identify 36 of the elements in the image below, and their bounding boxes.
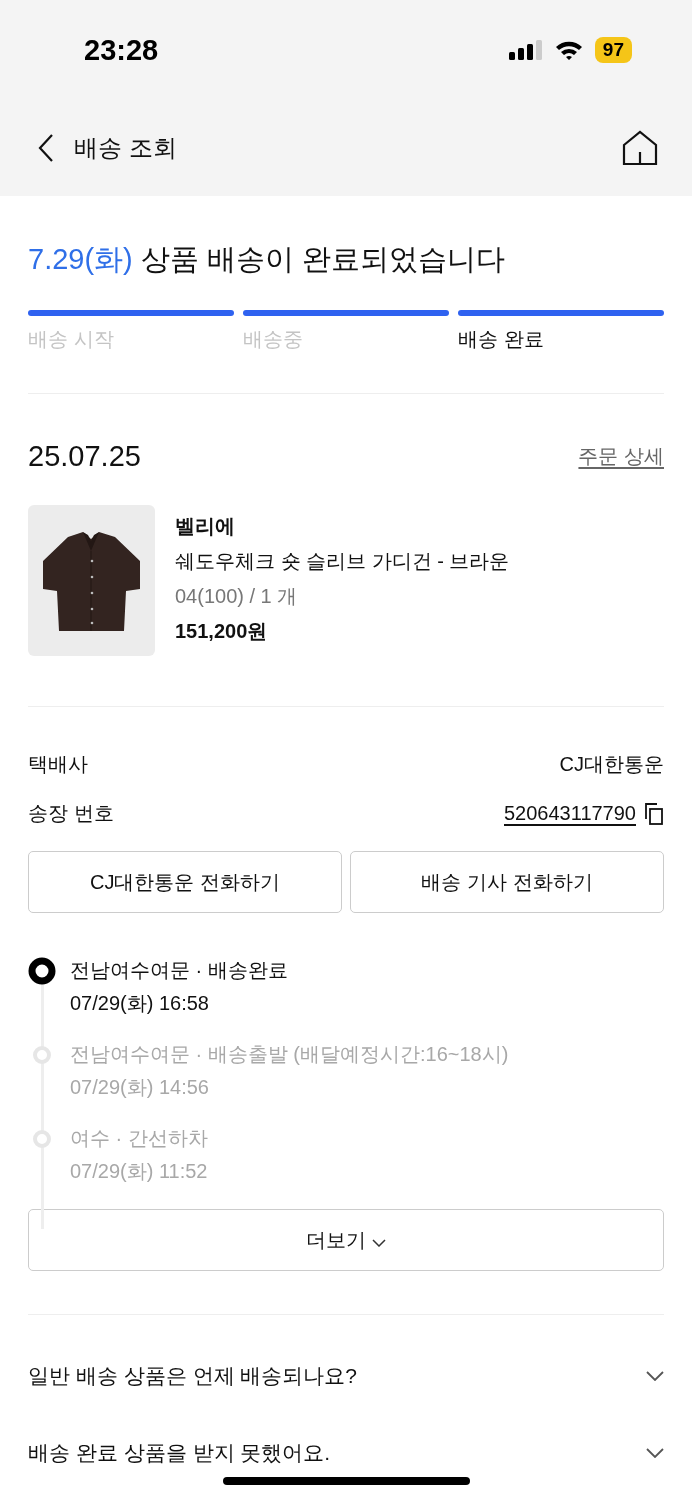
step-label: 배송중 [243,327,303,352]
delivery-status-title: 7.29(화) 상품 배송이 완료되었습니다 [28,242,506,277]
order-date: 25.07.25 [28,440,141,473]
home-icon[interactable] [622,130,658,166]
tracking-event: 여수 · 간선하차 [70,1126,208,1151]
tracking-event: 전남여수여문 · 배송완료 [70,958,288,983]
product-price: 151,200원 [175,619,269,644]
copy-icon[interactable] [644,802,664,825]
order-detail-link[interactable]: 주문 상세 [578,443,664,470]
product-option: 04(100) / 1 개 [175,583,510,610]
chevron-icon[interactable] [646,1370,664,1381]
carrier-label: 택배사 [28,752,88,777]
back-icon[interactable] [38,134,54,162]
chevron-icon [371,1238,386,1247]
signal-icon [508,40,543,60]
event-time: 07/29(화) 16:58 [70,991,210,1016]
more-button[interactable]: 더보기 [28,1209,664,1271]
event-time: 07/29(화) 14:56 [70,1075,210,1100]
faq-question[interactable]: 배송 완료 상품을 받지 못했어요. [28,1438,331,1467]
call-button[interactable]: 배송 기사 전화하기 [350,851,664,913]
faq-question[interactable]: 일반 배송 상품은 언제 배송되나요? [28,1361,358,1390]
tracking-label: 송장 번호 [28,801,114,826]
product-name: 쉐도우체크 숏 슬리브 가디건 - 브라운 [175,549,510,574]
chevron-icon[interactable] [646,1447,664,1458]
tracking-event: 전남여수여문 · 배송출발 (배달예정시간:16~18시) [70,1042,509,1067]
step-label: 배송 시작 [28,327,114,352]
event-time: 07/29(화) 11:52 [70,1159,208,1184]
carrier-name: CJ대한통운 [559,752,664,777]
brand-name: 벨리에 [175,514,236,539]
tracking-number-link[interactable]: 520643117790 [504,802,636,825]
status-time: 23:28 [84,33,159,67]
call-button[interactable]: CJ대한통운 전화하기 [28,851,342,913]
page-title: 배송 조회 [74,133,177,163]
battery-level: 97 [594,37,632,63]
step-label: 배송 완료 [458,327,544,352]
wifi-icon [554,40,583,60]
